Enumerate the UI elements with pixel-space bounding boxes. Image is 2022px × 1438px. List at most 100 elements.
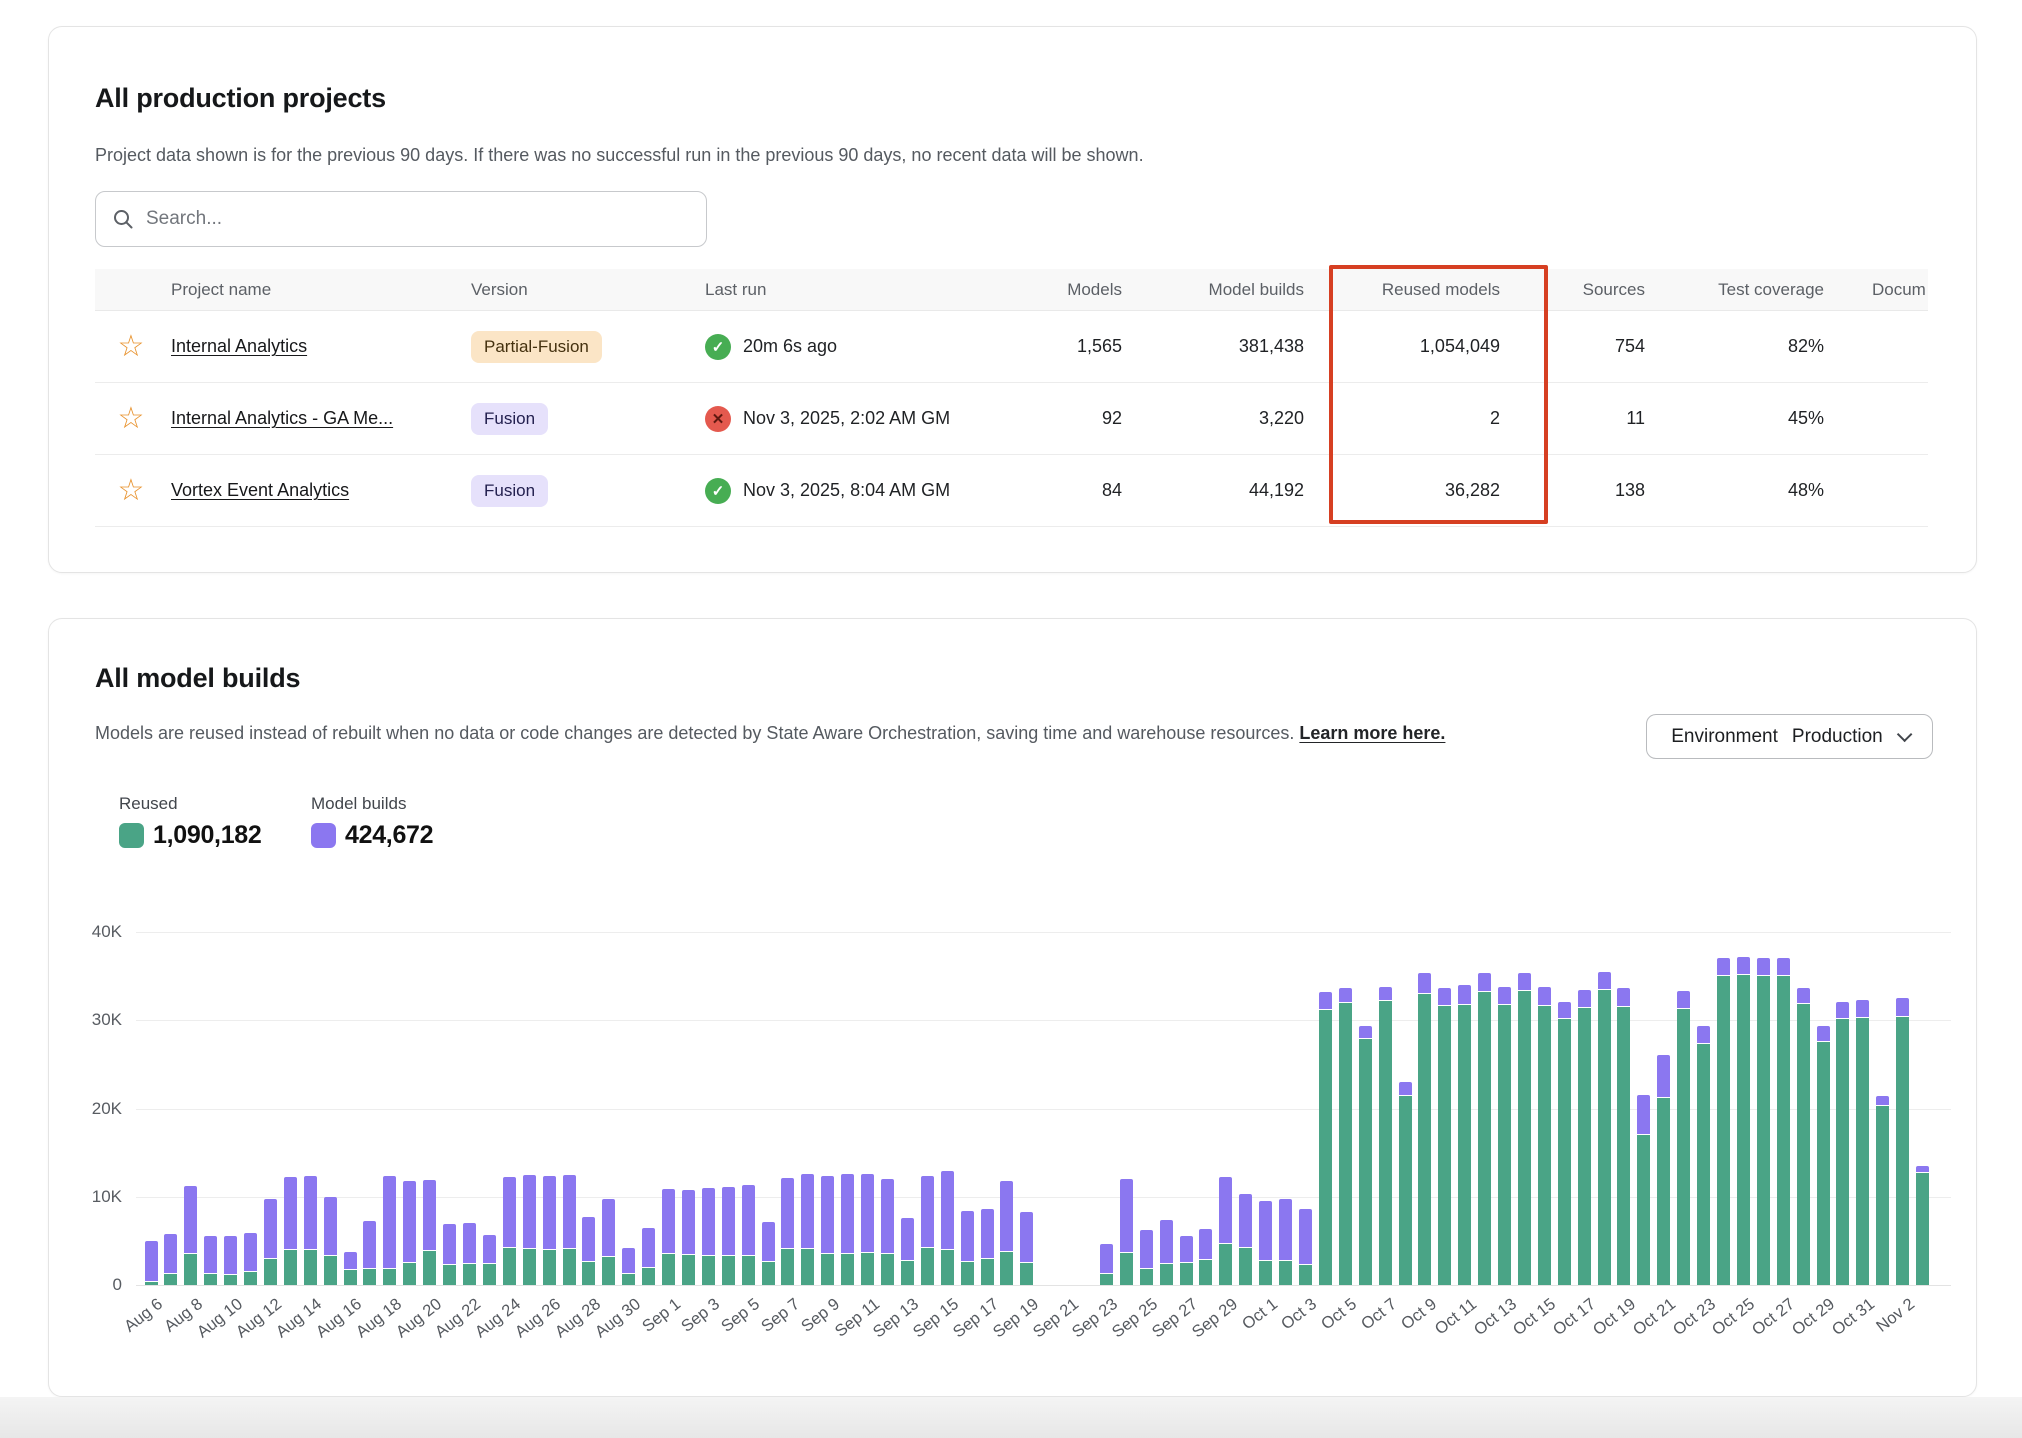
chart-bar-oct-28[interactable] xyxy=(1797,988,1810,1285)
chart-bar-sep-23[interactable] xyxy=(1100,1244,1113,1285)
chart-bar-oct-21[interactable] xyxy=(1657,1055,1670,1285)
chart-bar-aug-13[interactable] xyxy=(284,1177,297,1285)
environment-dropdown[interactable]: Environment Production xyxy=(1646,714,1933,759)
chart-bar-aug-20[interactable] xyxy=(423,1180,436,1285)
chart-bar-aug-21[interactable] xyxy=(443,1224,456,1285)
chart-bar-aug-28[interactable] xyxy=(582,1217,595,1285)
chart-bar-oct-14[interactable] xyxy=(1518,973,1531,1285)
chart-bar-oct-29[interactable] xyxy=(1817,1026,1830,1285)
chart-bar-aug-8[interactable] xyxy=(184,1186,197,1285)
chart-bar-aug-29[interactable] xyxy=(602,1199,615,1285)
chart-bar-aug-30[interactable] xyxy=(622,1248,635,1285)
chart-bar-sep-25[interactable] xyxy=(1140,1230,1153,1285)
chart-bar-sep-18[interactable] xyxy=(1000,1181,1013,1285)
chart-bar-sep-9[interactable] xyxy=(821,1176,834,1285)
chart-bar-oct-24[interactable] xyxy=(1717,958,1730,1285)
col-reused-models[interactable]: Reused models xyxy=(1308,280,1504,300)
chart-bar-aug-27[interactable] xyxy=(563,1175,576,1285)
chart-bar-oct-1[interactable] xyxy=(1259,1201,1272,1285)
col-project-name[interactable]: Project name xyxy=(167,280,467,300)
chart-bar-aug-24[interactable] xyxy=(503,1177,516,1285)
chart-bar-aug-11[interactable] xyxy=(244,1233,257,1285)
chart-bar-sep-27[interactable] xyxy=(1180,1236,1193,1285)
chart-bar-oct-5[interactable] xyxy=(1339,988,1352,1285)
favorite-star-icon[interactable]: ☆ xyxy=(95,404,167,434)
chart-bar-sep-17[interactable] xyxy=(981,1209,994,1285)
col-sources[interactable]: Sources xyxy=(1504,280,1649,300)
col-last-run[interactable]: Last run xyxy=(701,280,1011,300)
chart-bar-aug-16[interactable] xyxy=(344,1252,357,1285)
chart-bar-sep-14[interactable] xyxy=(921,1176,934,1285)
search-input[interactable] xyxy=(146,208,690,230)
chart-bar-sep-16[interactable] xyxy=(961,1211,974,1285)
chart-bar-oct-7[interactable] xyxy=(1379,987,1392,1285)
chart-bar-oct-15[interactable] xyxy=(1538,987,1551,1285)
chart-bar-aug-14[interactable] xyxy=(304,1176,317,1285)
chart-bar-oct-23[interactable] xyxy=(1697,1026,1710,1285)
chart-bar-aug-9[interactable] xyxy=(204,1236,217,1285)
chart-bar-sep-29[interactable] xyxy=(1219,1177,1232,1285)
chart-bar-sep-5[interactable] xyxy=(742,1185,755,1285)
chart-bar-oct-2[interactable] xyxy=(1279,1199,1292,1285)
chart-bar-sep-30[interactable] xyxy=(1239,1194,1252,1285)
chart-bar-sep-4[interactable] xyxy=(722,1187,735,1285)
project-name-link[interactable]: Internal Analytics - GA Me... xyxy=(171,408,393,428)
chart-bar-sep-8[interactable] xyxy=(801,1174,814,1285)
chart-bar-aug-12[interactable] xyxy=(264,1199,277,1285)
chart-bar-oct-11[interactable] xyxy=(1458,985,1471,1285)
col-version[interactable]: Version xyxy=(467,280,701,300)
chart-bar-oct-30[interactable] xyxy=(1836,1002,1849,1285)
col-models[interactable]: Models xyxy=(1011,280,1126,300)
chart-bar-oct-6[interactable] xyxy=(1359,1026,1372,1285)
chart-bar-aug-25[interactable] xyxy=(523,1175,536,1285)
chart-bar-sep-19[interactable] xyxy=(1020,1212,1033,1285)
table-row[interactable]: ☆ Internal Analytics - GA Me... Fusion ✕… xyxy=(95,383,1928,455)
chart-bar-oct-27[interactable] xyxy=(1777,958,1790,1285)
chart-bar-aug-23[interactable] xyxy=(483,1235,496,1285)
table-row[interactable]: ☆ Internal Analytics Partial-Fusion ✓ 20… xyxy=(95,311,1928,383)
chart-bar-sep-6[interactable] xyxy=(762,1222,775,1285)
chart-bar-aug-31[interactable] xyxy=(642,1228,655,1285)
chart-bar-oct-3[interactable] xyxy=(1299,1209,1312,1285)
favorite-star-icon[interactable]: ☆ xyxy=(95,332,167,362)
chart-bar-oct-9[interactable] xyxy=(1418,973,1431,1285)
chart-bar-sep-13[interactable] xyxy=(901,1218,914,1285)
chart-bar-aug-7[interactable] xyxy=(164,1234,177,1285)
col-model-builds[interactable]: Model builds xyxy=(1126,280,1308,300)
chart-bar-oct-17[interactable] xyxy=(1578,990,1591,1285)
chart-bar-sep-15[interactable] xyxy=(941,1171,954,1285)
chart-bar-oct-16[interactable] xyxy=(1558,1002,1571,1285)
chart-bar-oct-31[interactable] xyxy=(1856,1000,1869,1285)
chart-bar-oct-20[interactable] xyxy=(1637,1095,1650,1285)
chart-bar-aug-18[interactable] xyxy=(383,1176,396,1285)
project-name-link[interactable]: Vortex Event Analytics xyxy=(171,480,349,500)
chart-bar-oct-22[interactable] xyxy=(1677,991,1690,1285)
chart-bar-sep-2[interactable] xyxy=(682,1190,695,1285)
chart-bar-sep-10[interactable] xyxy=(841,1174,854,1285)
chart-bar-oct-26[interactable] xyxy=(1757,958,1770,1285)
chart-bar-nov-2[interactable] xyxy=(1896,998,1909,1285)
chart-bar-sep-7[interactable] xyxy=(781,1178,794,1285)
chart-bar-oct-4[interactable] xyxy=(1319,992,1332,1285)
chart-bar-nov-3[interactable] xyxy=(1916,1166,1929,1285)
col-test-coverage[interactable]: Test coverage xyxy=(1649,280,1828,300)
chart-bar-aug-10[interactable] xyxy=(224,1236,237,1285)
chart-bar-oct-18[interactable] xyxy=(1598,972,1611,1285)
project-name-link[interactable]: Internal Analytics xyxy=(171,336,307,356)
chart-bar-nov-1[interactable] xyxy=(1876,1096,1889,1285)
chart-bar-sep-26[interactable] xyxy=(1160,1220,1173,1285)
chart-bar-sep-3[interactable] xyxy=(702,1188,715,1285)
chart-bar-sep-24[interactable] xyxy=(1120,1179,1133,1285)
chart-bar-aug-26[interactable] xyxy=(543,1176,556,1285)
chart-bar-aug-15[interactable] xyxy=(324,1197,337,1285)
favorite-star-icon[interactable]: ☆ xyxy=(95,476,167,506)
chart-bar-aug-22[interactable] xyxy=(463,1223,476,1285)
chart-bar-oct-12[interactable] xyxy=(1478,973,1491,1285)
search-box[interactable] xyxy=(95,191,707,247)
col-documentation[interactable]: Docum xyxy=(1828,280,1928,300)
table-row[interactable]: ☆ Vortex Event Analytics Fusion ✓ Nov 3,… xyxy=(95,455,1928,527)
chart-bar-sep-12[interactable] xyxy=(881,1179,894,1285)
learn-more-link[interactable]: Learn more here. xyxy=(1299,723,1445,743)
chart-bar-sep-28[interactable] xyxy=(1199,1229,1212,1285)
chart-bar-aug-19[interactable] xyxy=(403,1181,416,1285)
